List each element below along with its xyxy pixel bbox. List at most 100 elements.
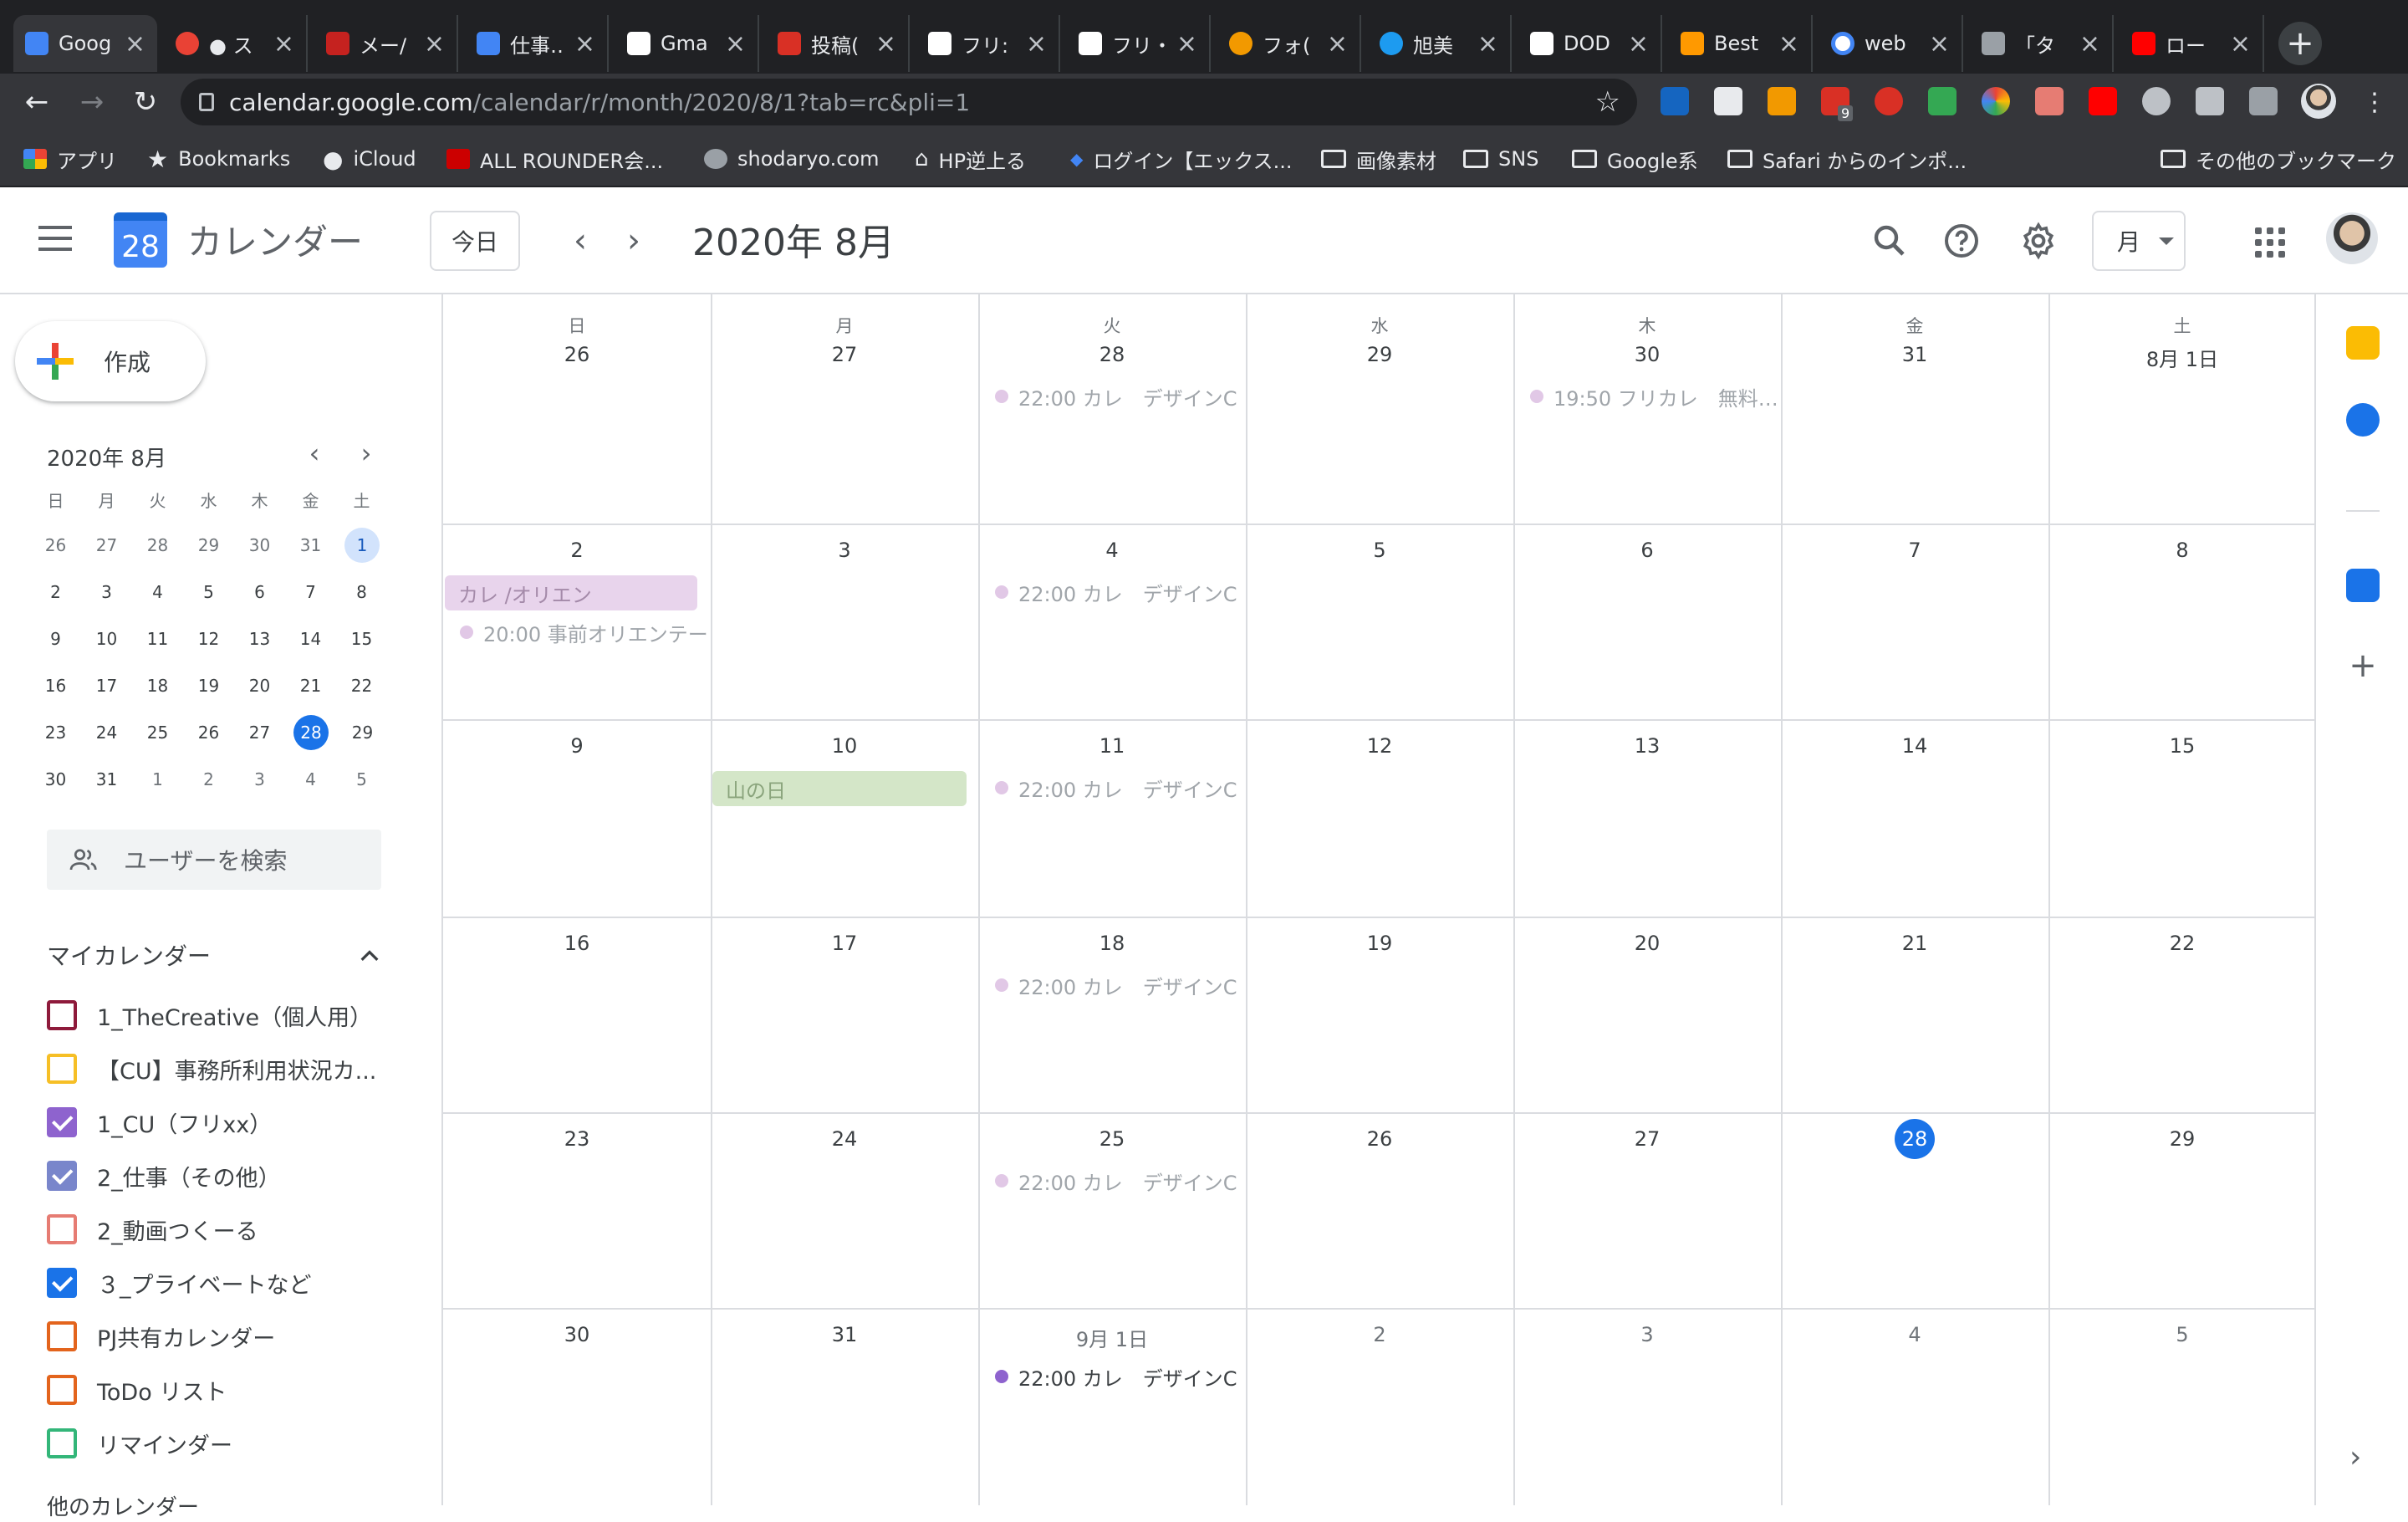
day-number[interactable]: 27 [711, 343, 978, 366]
day-number[interactable]: 5 [1246, 539, 1513, 562]
calendar-event[interactable]: 22:00 カレ デザインC [978, 968, 1242, 1002]
day-number[interactable]: 11 [978, 734, 1246, 758]
close-tab-icon[interactable]: × [875, 29, 896, 59]
face-extension-icon[interactable] [2142, 87, 2171, 115]
mini-prev-month-icon[interactable]: ‹ [299, 437, 329, 470]
bookmark-folder[interactable]: SNS [1463, 144, 1538, 174]
day-number[interactable]: 8 [2048, 539, 2316, 562]
close-tab-icon[interactable]: × [1327, 29, 1348, 59]
close-tab-icon[interactable]: × [1929, 29, 1950, 59]
mini-day[interactable]: 31 [285, 528, 337, 563]
day-number[interactable]: 23 [443, 1127, 711, 1151]
day-number[interactable]: 30 [443, 1323, 711, 1346]
more-menu-icon[interactable]: ⋮ [2354, 82, 2395, 122]
search-icon[interactable] [1870, 221, 1910, 261]
mini-day[interactable]: 8 [336, 575, 388, 610]
calendar-checkbox[interactable] [47, 1375, 77, 1405]
day-number[interactable]: 7 [1781, 539, 2048, 562]
my-calendars-header[interactable]: マイカレンダー [47, 938, 381, 972]
mini-day[interactable]: 17 [81, 668, 133, 703]
tasks-icon[interactable] [2346, 403, 2380, 437]
mini-day[interactable]: 19 [183, 668, 235, 703]
mini-day[interactable]: 25 [132, 715, 184, 750]
day-number[interactable]: 31 [1781, 343, 2048, 366]
today-button[interactable]: 今日 [430, 211, 520, 271]
hatena-extension-icon[interactable] [1661, 87, 1689, 115]
day-number[interactable]: 29 [2048, 1127, 2316, 1151]
forward-icon[interactable]: → [72, 82, 112, 122]
browser-tab[interactable]: web × [1819, 15, 1963, 72]
calendar-list-item[interactable]: リマインダー [47, 1427, 232, 1460]
mini-next-month-icon[interactable]: › [351, 437, 381, 470]
day-number[interactable]: 8月 1日 [2048, 343, 2316, 372]
close-tab-icon[interactable]: × [424, 29, 445, 59]
calendar-event[interactable]: 22:00 カレ デザインC [978, 1164, 1242, 1198]
all-day-event[interactable]: カレ /オリエン [445, 575, 697, 610]
calendar-list-item[interactable]: 2_仕事（その他） [47, 1159, 281, 1193]
day-number[interactable]: 19 [1246, 932, 1513, 955]
day-number[interactable]: 30 [1513, 343, 1781, 366]
mini-day-today[interactable]: 28 [293, 715, 329, 750]
create-button[interactable]: 作成 [15, 321, 206, 401]
close-tab-icon[interactable]: × [725, 29, 746, 59]
holiday-event[interactable]: 山の日 [712, 771, 967, 806]
calendar-checkbox[interactable] [47, 1321, 77, 1351]
calendar-list-item[interactable]: 1_TheCreative（個人用） [47, 998, 372, 1032]
view-selector[interactable]: 月 [2092, 211, 2186, 271]
mini-day[interactable]: 10 [81, 621, 133, 656]
search-people-input[interactable]: ユーザーを検索 [47, 830, 381, 890]
mini-day[interactable]: 11 [132, 621, 184, 656]
day-number[interactable]: 28 [978, 343, 1246, 366]
mini-day[interactable]: 2 [183, 762, 235, 797]
new-tab-button[interactable]: + [2278, 22, 2322, 65]
keep-icon[interactable] [2346, 326, 2380, 360]
bookmark-item[interactable]: アプリ [23, 144, 117, 174]
expand-panel-chevron-icon[interactable]: › [2349, 1440, 2361, 1474]
day-number[interactable]: 29 [1246, 343, 1513, 366]
close-tab-icon[interactable]: × [1778, 29, 1799, 59]
browser-tab[interactable]: DOD × [1518, 15, 1662, 72]
browser-tab[interactable]: 「タ × [1970, 15, 2114, 72]
bookmark-item[interactable]: ALL ROUNDER会... [446, 144, 663, 174]
day-number[interactable]: 2 [1246, 1323, 1513, 1346]
browser-tab[interactable]: フリ・ × [1067, 15, 1211, 72]
calendar-event[interactable]: 19:50 フリカレ 無料… [1513, 380, 1778, 413]
mini-day[interactable]: 3 [234, 762, 286, 797]
day-number[interactable]: 10 [711, 734, 978, 758]
browser-tab[interactable]: 仕事… × [465, 15, 609, 72]
address-bar[interactable]: calendar.google.com/calendar/r/month/202… [181, 79, 1637, 125]
day-number[interactable]: 12 [1246, 734, 1513, 758]
browser-tab[interactable]: Best × [1669, 15, 1813, 72]
bookmark-folder[interactable]: Google系 [1572, 144, 1698, 174]
reload-icon[interactable]: ↻ [125, 82, 166, 122]
mini-day[interactable]: 22 [336, 668, 388, 703]
google-apps-icon[interactable] [2255, 227, 2285, 258]
mini-day[interactable]: 29 [183, 528, 235, 563]
close-tab-icon[interactable]: × [2079, 29, 2100, 59]
day-number[interactable]: 4 [1781, 1323, 2048, 1346]
calendar-event[interactable]: 22:00 カレ デザインC [978, 380, 1242, 413]
calendar-list-item[interactable]: 2_動画つくーる [47, 1213, 258, 1246]
mini-day[interactable]: 27 [234, 715, 286, 750]
day-number[interactable]: 14 [1781, 734, 2048, 758]
bookmark-item[interactable]: shodaryo.com [704, 144, 880, 174]
calendar-event[interactable]: 22:00 カレ デザインC [978, 771, 1242, 804]
close-tab-icon[interactable]: × [1477, 29, 1498, 59]
day-number[interactable]: 13 [1513, 734, 1781, 758]
mini-day-selected[interactable]: 1 [344, 528, 380, 563]
calendar-checkbox[interactable] [47, 1161, 77, 1191]
day-number[interactable]: 9 [443, 734, 711, 758]
calendar-checkbox[interactable] [47, 1000, 77, 1030]
mini-day[interactable]: 23 [30, 715, 82, 750]
mini-day[interactable]: 16 [30, 668, 82, 703]
calendar-list-item[interactable]: ToDo リスト [47, 1373, 227, 1407]
bookmark-item[interactable]: ● iCloud [323, 144, 416, 174]
bookmark-item[interactable]: ◆ ログイン【エックス... [1070, 144, 1293, 174]
mini-day[interactable]: 4 [132, 575, 184, 610]
calendar-checkbox[interactable] [47, 1268, 77, 1298]
color-wheel-extension-icon[interactable] [1982, 87, 2010, 115]
bookmark-folder[interactable]: Safari からのインポ... [1727, 144, 1967, 174]
calendar-list-item[interactable]: 1_CU（フリxx） [47, 1106, 272, 1139]
mini-day[interactable]: 4 [285, 762, 337, 797]
bookmark-star-icon[interactable]: ☆ [1595, 85, 1620, 119]
